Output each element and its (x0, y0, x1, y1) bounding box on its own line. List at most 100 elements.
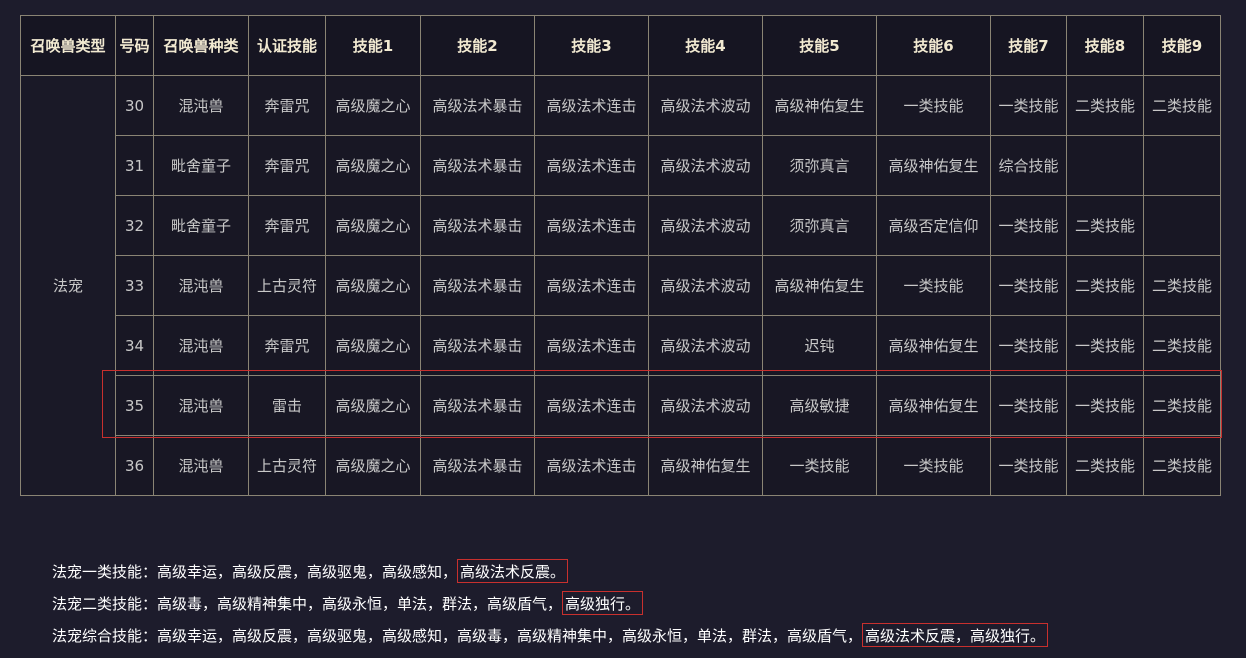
cell-skill-1: 高级魔之心 (325, 135, 421, 196)
cell-skill-5: 须弥真言 (762, 135, 877, 196)
cell-cert: 奔雷咒 (248, 195, 326, 256)
table-row: 法宠 30 混沌兽 奔雷咒 高级魔之心 高级法术暴击 高级法术连击 高级法术波动… (20, 75, 1221, 496)
cell-skill-8: 二类技能 (1066, 75, 1144, 136)
cell-number: 35 (115, 375, 154, 436)
cell-skill-2: 高级法术暴击 (420, 195, 535, 256)
cell-skill-7: 一类技能 (990, 75, 1067, 136)
cell-kind: 毗舍童子 (153, 195, 249, 256)
cell-skill-3: 高级法术连击 (534, 435, 649, 496)
cell-skill-9: 二类技能 (1143, 255, 1221, 316)
cell-skill-2: 高级法术暴击 (420, 315, 535, 376)
cell-skill-3: 高级法术连击 (534, 315, 649, 376)
header-skill-4: 技能4 (648, 15, 763, 76)
note-highlight: 高级法术反震，高级独行。 (862, 623, 1049, 647)
cell-skill-4: 高级法术波动 (648, 315, 763, 376)
cell-skill-3: 高级法术连击 (534, 75, 649, 136)
cell-cert: 上古灵符 (248, 435, 326, 496)
cell-skill-6: 一类技能 (876, 75, 991, 136)
cell-skill-4: 高级法术波动 (648, 255, 763, 316)
cell-skill-6: 一类技能 (876, 435, 991, 496)
cell-kind: 混沌兽 (153, 315, 249, 376)
cell-skill-7: 一类技能 (990, 375, 1067, 436)
cell-skill-7: 综合技能 (990, 135, 1067, 196)
cell-skill-1: 高级魔之心 (325, 75, 421, 136)
header-cert-skill: 认证技能 (248, 15, 326, 76)
cell-skill-9 (1143, 195, 1221, 256)
table-row: 32 毗舍童子 奔雷咒 高级魔之心 高级法术暴击 高级法术连击 高级法术波动 须… (21, 195, 1221, 256)
cell-skill-1: 高级魔之心 (325, 435, 421, 496)
cell-skill-5: 一类技能 (762, 435, 877, 496)
header-skill-1: 技能1 (325, 15, 421, 76)
cell-kind: 毗舍童子 (153, 135, 249, 196)
cell-skill-2: 高级法术暴击 (420, 135, 535, 196)
note-type-1: 法宠一类技能：高级幸运，高级反震，高级驱鬼，高级感知， 高级法术反震。 (52, 556, 1048, 588)
cell-cert: 奔雷咒 (248, 315, 326, 376)
cell-skill-9 (1143, 135, 1221, 196)
cell-skill-6: 高级神佑复生 (876, 135, 991, 196)
cell-number: 31 (115, 135, 154, 196)
header-skill-2: 技能2 (420, 15, 535, 76)
cell-skill-3: 高级法术连击 (534, 375, 649, 436)
cell-skill-8: 一类技能 (1066, 315, 1144, 376)
cell-skill-1: 高级魔之心 (325, 255, 421, 316)
cell-skill-5: 高级神佑复生 (762, 75, 877, 136)
note-highlight: 高级法术反震。 (457, 559, 569, 583)
cell-kind: 混沌兽 (153, 75, 249, 136)
table-row: 36 混沌兽 上古灵符 高级魔之心 高级法术暴击 高级法术连击 高级神佑复生 一… (21, 435, 1221, 496)
cell-skill-4: 高级法术波动 (648, 75, 763, 136)
note-type-2: 法宠二类技能：高级毒，高级精神集中，高级永恒，单法，群法，高级盾气， 高级独行。 (52, 588, 1048, 620)
pet-skill-table: 召唤兽类型 号码 召唤兽种类 认证技能 技能1 技能2 技能3 技能4 技能5 … (20, 15, 1221, 496)
cell-number: 34 (115, 315, 154, 376)
cell-skill-8: 二类技能 (1066, 195, 1144, 256)
cell-skill-5: 迟钝 (762, 315, 877, 376)
note-combined: 法宠综合技能：高级幸运，高级反震，高级驱鬼，高级感知，高级毒，高级精神集中，高级… (52, 620, 1049, 652)
header-skill-5: 技能5 (762, 15, 877, 76)
cell-skill-7: 一类技能 (990, 435, 1067, 496)
cell-number: 33 (115, 255, 154, 316)
cell-skill-8: 二类技能 (1066, 435, 1144, 496)
cell-skill-4: 高级法术波动 (648, 195, 763, 256)
cell-skill-9: 二类技能 (1143, 435, 1221, 496)
cell-skill-4: 高级法术波动 (648, 135, 763, 196)
header-skill-7: 技能7 (990, 15, 1067, 76)
cell-skill-3: 高级法术连击 (534, 135, 649, 196)
cell-kind: 混沌兽 (153, 375, 249, 436)
cell-skill-9: 二类技能 (1143, 375, 1221, 436)
cell-skill-6: 高级神佑复生 (876, 375, 991, 436)
header-skill-9: 技能9 (1143, 15, 1221, 76)
cell-skill-2: 高级法术暴击 (420, 255, 535, 316)
cell-skill-2: 高级法术暴击 (420, 375, 535, 436)
cell-skill-9: 二类技能 (1143, 315, 1221, 376)
cell-skill-6: 一类技能 (876, 255, 991, 316)
cell-number: 30 (115, 75, 154, 136)
cell-skill-5: 须弥真言 (762, 195, 877, 256)
cell-number: 36 (115, 435, 154, 496)
table-row-highlighted: 35 混沌兽 雷击 高级魔之心 高级法术暴击 高级法术连击 高级法术波动 高级敏… (21, 375, 1221, 436)
cell-skill-4: 高级神佑复生 (648, 435, 763, 496)
header-kind: 召唤兽种类 (153, 15, 249, 76)
header-number: 号码 (115, 15, 154, 76)
cell-skill-2: 高级法术暴击 (420, 75, 535, 136)
cell-kind: 混沌兽 (153, 435, 249, 496)
cell-cert: 奔雷咒 (248, 135, 326, 196)
header-type: 召唤兽类型 (20, 15, 116, 76)
cell-skill-7: 一类技能 (990, 315, 1067, 376)
cell-skill-6: 高级否定信仰 (876, 195, 991, 256)
cell-number: 32 (115, 195, 154, 256)
cell-skill-2: 高级法术暴击 (420, 435, 535, 496)
cell-skill-1: 高级魔之心 (325, 195, 421, 256)
cell-cert: 上古灵符 (248, 255, 326, 316)
header-skill-8: 技能8 (1066, 15, 1144, 76)
header-skill-3: 技能3 (534, 15, 649, 76)
note-text: 法宠一类技能：高级幸运，高级反震，高级驱鬼，高级感知， (52, 563, 458, 581)
table-row: 33 混沌兽 上古灵符 高级魔之心 高级法术暴击 高级法术连击 高级法术波动 高… (21, 255, 1221, 316)
cell-skill-3: 高级法术连击 (534, 195, 649, 256)
note-highlight: 高级独行。 (562, 591, 644, 615)
cell-kind: 混沌兽 (153, 255, 249, 316)
note-text: 法宠综合技能：高级幸运，高级反震，高级驱鬼，高级感知，高级毒，高级精神集中，高级… (52, 627, 863, 645)
table-row: 31 毗舍童子 奔雷咒 高级魔之心 高级法术暴击 高级法术连击 高级法术波动 须… (21, 135, 1221, 196)
cell-skill-1: 高级魔之心 (325, 375, 421, 436)
cell-skill-7: 一类技能 (990, 255, 1067, 316)
pet-type-cell: 法宠 (20, 75, 116, 496)
header-skill-6: 技能6 (876, 15, 991, 76)
